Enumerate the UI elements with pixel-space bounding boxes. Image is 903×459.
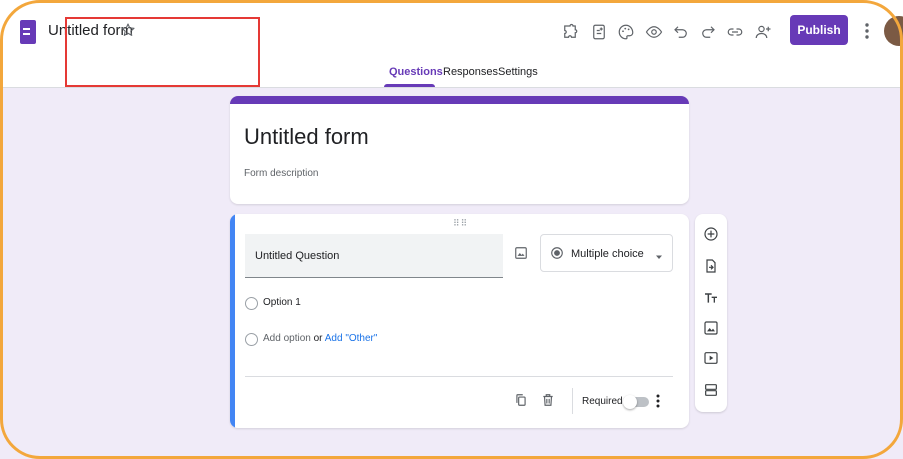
question-title-input[interactable]: Untitled Question bbox=[245, 234, 503, 278]
add-option-row[interactable]: Add option or Add "Other" bbox=[245, 332, 425, 348]
theme-color-bar bbox=[230, 96, 689, 104]
active-card-indicator bbox=[230, 214, 235, 428]
avatar[interactable] bbox=[884, 16, 903, 46]
redo-icon[interactable] bbox=[699, 23, 717, 41]
add-image-icon[interactable] bbox=[514, 246, 528, 260]
add-section-icon[interactable] bbox=[703, 382, 719, 398]
toggle-thumb bbox=[623, 395, 637, 409]
more-options-icon[interactable] bbox=[860, 20, 874, 42]
question-card[interactable]: ⠿⠿ Untitled Question Multiple choice Opt… bbox=[230, 214, 689, 428]
add-image-icon[interactable] bbox=[703, 320, 719, 336]
form-description-field[interactable]: Form description bbox=[244, 168, 318, 179]
add-question-icon[interactable] bbox=[703, 226, 719, 242]
question-type-dropdown[interactable]: Multiple choice bbox=[540, 234, 673, 272]
add-collaborator-icon[interactable] bbox=[754, 23, 772, 41]
add-other-link[interactable]: Add "Other" bbox=[325, 333, 378, 344]
tab-settings[interactable]: Settings bbox=[498, 66, 538, 88]
radio-circle-icon bbox=[245, 297, 258, 310]
add-title-description-icon[interactable] bbox=[703, 290, 719, 306]
chevron-down-icon bbox=[654, 249, 664, 259]
palette-icon[interactable] bbox=[617, 23, 635, 41]
footer-vertical-divider bbox=[572, 388, 573, 414]
form-title[interactable]: Untitled form bbox=[244, 124, 369, 150]
add-option-link[interactable]: Add option bbox=[263, 333, 311, 344]
radio-circle-icon bbox=[245, 333, 258, 346]
radio-button-checked-icon bbox=[550, 246, 564, 260]
duplicate-icon[interactable] bbox=[514, 392, 528, 408]
question-more-icon[interactable] bbox=[655, 393, 661, 409]
drag-handle-icon[interactable]: ⠿⠿ bbox=[453, 218, 468, 229]
card-footer-divider bbox=[245, 376, 673, 377]
publish-button[interactable]: Publish bbox=[790, 15, 848, 45]
forms-app-icon[interactable] bbox=[20, 20, 36, 44]
customize-theme-icon[interactable] bbox=[590, 23, 608, 41]
preview-icon[interactable] bbox=[645, 23, 663, 41]
add-video-icon[interactable] bbox=[703, 350, 719, 366]
required-toggle[interactable] bbox=[623, 395, 649, 409]
active-tab-indicator bbox=[384, 84, 435, 87]
form-title-card[interactable]: Untitled form Form description bbox=[230, 96, 689, 204]
or-text: or bbox=[313, 333, 323, 344]
tab-responses[interactable]: Responses bbox=[443, 66, 498, 88]
question-type-label: Multiple choice bbox=[571, 248, 644, 260]
required-label: Required bbox=[582, 396, 623, 407]
trash-icon[interactable] bbox=[541, 392, 555, 408]
option-label[interactable]: Option 1 bbox=[263, 297, 301, 308]
add-option-text: Add option or Add "Other" bbox=[263, 333, 377, 344]
floating-side-toolbar bbox=[695, 214, 727, 412]
addon-icon[interactable] bbox=[561, 23, 579, 41]
import-questions-icon[interactable] bbox=[703, 258, 719, 274]
link-icon[interactable] bbox=[726, 23, 744, 41]
highlight-annotation-box bbox=[65, 17, 260, 87]
option-row[interactable]: Option 1 bbox=[245, 296, 365, 312]
undo-icon[interactable] bbox=[672, 23, 690, 41]
